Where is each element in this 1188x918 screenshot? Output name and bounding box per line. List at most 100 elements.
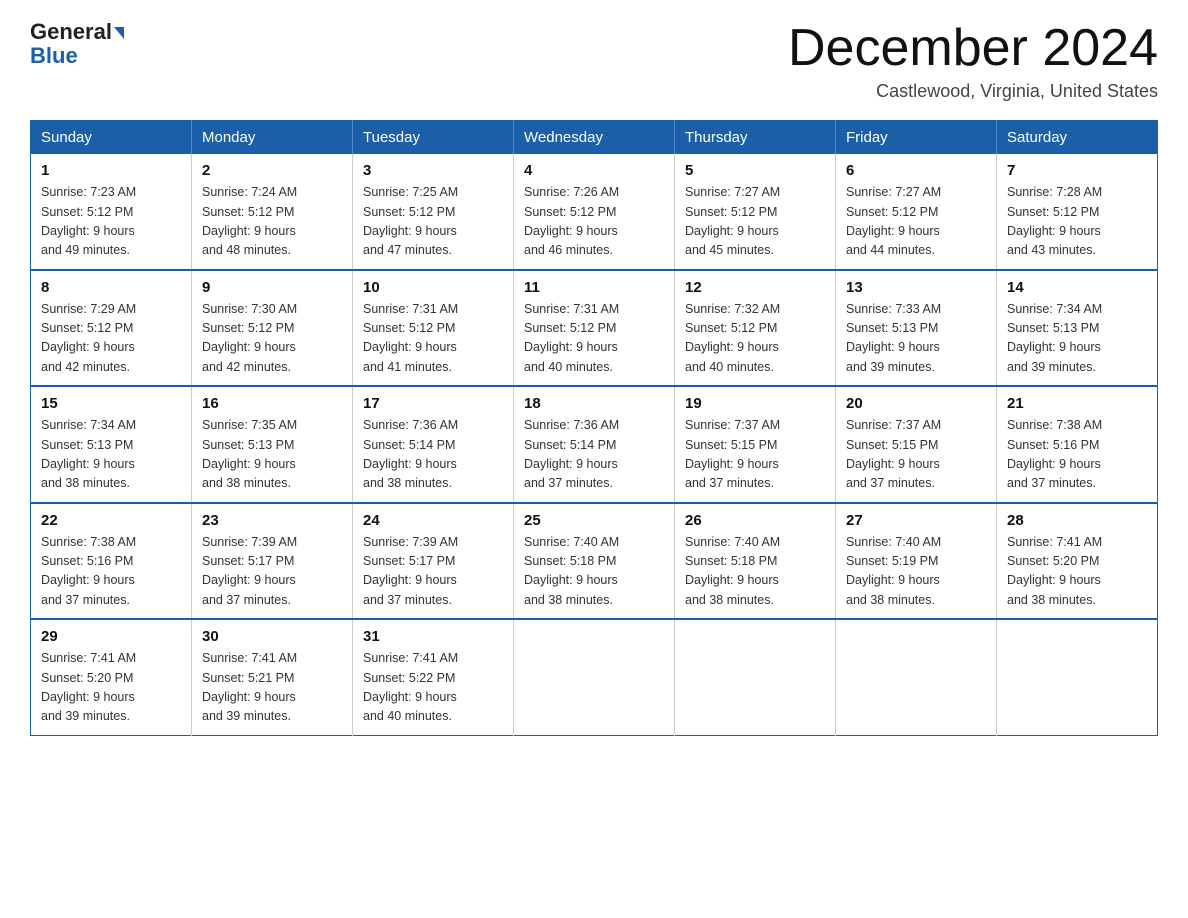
day-info: Sunrise: 7:41 AMSunset: 5:21 PMDaylight:… (202, 649, 342, 727)
month-title: December 2024 (788, 20, 1158, 77)
calendar-cell: 13 Sunrise: 7:33 AMSunset: 5:13 PMDaylig… (836, 270, 997, 387)
calendar-cell: 7 Sunrise: 7:28 AMSunset: 5:12 PMDayligh… (997, 154, 1158, 270)
calendar-header-saturday: Saturday (997, 121, 1158, 155)
calendar-header-friday: Friday (836, 121, 997, 155)
day-info: Sunrise: 7:26 AMSunset: 5:12 PMDaylight:… (524, 183, 664, 261)
day-number: 31 (363, 628, 503, 645)
day-number: 8 (41, 279, 181, 296)
day-number: 15 (41, 395, 181, 412)
day-number: 30 (202, 628, 342, 645)
day-number: 17 (363, 395, 503, 412)
calendar-cell: 28 Sunrise: 7:41 AMSunset: 5:20 PMDaylig… (997, 503, 1158, 620)
day-info: Sunrise: 7:23 AMSunset: 5:12 PMDaylight:… (41, 183, 181, 261)
page-header: General Blue December 2024 Castlewood, V… (30, 20, 1158, 102)
calendar-header-monday: Monday (192, 121, 353, 155)
day-info: Sunrise: 7:30 AMSunset: 5:12 PMDaylight:… (202, 300, 342, 378)
calendar-cell: 6 Sunrise: 7:27 AMSunset: 5:12 PMDayligh… (836, 154, 997, 270)
day-info: Sunrise: 7:36 AMSunset: 5:14 PMDaylight:… (524, 416, 664, 494)
day-number: 26 (685, 512, 825, 529)
day-info: Sunrise: 7:33 AMSunset: 5:13 PMDaylight:… (846, 300, 986, 378)
day-number: 18 (524, 395, 664, 412)
day-number: 1 (41, 162, 181, 179)
day-info: Sunrise: 7:41 AMSunset: 5:22 PMDaylight:… (363, 649, 503, 727)
day-info: Sunrise: 7:39 AMSunset: 5:17 PMDaylight:… (202, 533, 342, 611)
logo-general: General (30, 19, 112, 44)
calendar-week-row: 1 Sunrise: 7:23 AMSunset: 5:12 PMDayligh… (31, 154, 1158, 270)
day-info: Sunrise: 7:40 AMSunset: 5:18 PMDaylight:… (524, 533, 664, 611)
title-block: December 2024 Castlewood, Virginia, Unit… (788, 20, 1158, 102)
calendar-cell: 30 Sunrise: 7:41 AMSunset: 5:21 PMDaylig… (192, 619, 353, 735)
day-info: Sunrise: 7:40 AMSunset: 5:19 PMDaylight:… (846, 533, 986, 611)
day-info: Sunrise: 7:27 AMSunset: 5:12 PMDaylight:… (685, 183, 825, 261)
calendar-cell: 25 Sunrise: 7:40 AMSunset: 5:18 PMDaylig… (514, 503, 675, 620)
day-info: Sunrise: 7:35 AMSunset: 5:13 PMDaylight:… (202, 416, 342, 494)
calendar-cell: 27 Sunrise: 7:40 AMSunset: 5:19 PMDaylig… (836, 503, 997, 620)
day-number: 6 (846, 162, 986, 179)
calendar-cell: 29 Sunrise: 7:41 AMSunset: 5:20 PMDaylig… (31, 619, 192, 735)
calendar-header-row: SundayMondayTuesdayWednesdayThursdayFrid… (31, 121, 1158, 155)
calendar-cell: 3 Sunrise: 7:25 AMSunset: 5:12 PMDayligh… (353, 154, 514, 270)
day-number: 3 (363, 162, 503, 179)
logo-text: General Blue (30, 20, 124, 68)
calendar-week-row: 15 Sunrise: 7:34 AMSunset: 5:13 PMDaylig… (31, 386, 1158, 503)
day-info: Sunrise: 7:37 AMSunset: 5:15 PMDaylight:… (685, 416, 825, 494)
calendar-cell: 26 Sunrise: 7:40 AMSunset: 5:18 PMDaylig… (675, 503, 836, 620)
calendar-cell: 17 Sunrise: 7:36 AMSunset: 5:14 PMDaylig… (353, 386, 514, 503)
day-number: 2 (202, 162, 342, 179)
day-info: Sunrise: 7:39 AMSunset: 5:17 PMDaylight:… (363, 533, 503, 611)
calendar-week-row: 29 Sunrise: 7:41 AMSunset: 5:20 PMDaylig… (31, 619, 1158, 735)
calendar-header-sunday: Sunday (31, 121, 192, 155)
day-number: 27 (846, 512, 986, 529)
day-number: 20 (846, 395, 986, 412)
day-number: 14 (1007, 279, 1147, 296)
calendar-cell: 16 Sunrise: 7:35 AMSunset: 5:13 PMDaylig… (192, 386, 353, 503)
day-number: 11 (524, 279, 664, 296)
day-number: 7 (1007, 162, 1147, 179)
calendar-week-row: 8 Sunrise: 7:29 AMSunset: 5:12 PMDayligh… (31, 270, 1158, 387)
day-info: Sunrise: 7:31 AMSunset: 5:12 PMDaylight:… (363, 300, 503, 378)
calendar-cell: 10 Sunrise: 7:31 AMSunset: 5:12 PMDaylig… (353, 270, 514, 387)
calendar-cell: 21 Sunrise: 7:38 AMSunset: 5:16 PMDaylig… (997, 386, 1158, 503)
day-number: 21 (1007, 395, 1147, 412)
day-info: Sunrise: 7:31 AMSunset: 5:12 PMDaylight:… (524, 300, 664, 378)
calendar-cell (997, 619, 1158, 735)
logo: General Blue (30, 20, 124, 68)
calendar-cell: 1 Sunrise: 7:23 AMSunset: 5:12 PMDayligh… (31, 154, 192, 270)
day-number: 22 (41, 512, 181, 529)
day-number: 24 (363, 512, 503, 529)
calendar-cell: 5 Sunrise: 7:27 AMSunset: 5:12 PMDayligh… (675, 154, 836, 270)
day-number: 12 (685, 279, 825, 296)
calendar-cell (675, 619, 836, 735)
day-number: 23 (202, 512, 342, 529)
day-number: 29 (41, 628, 181, 645)
day-info: Sunrise: 7:34 AMSunset: 5:13 PMDaylight:… (1007, 300, 1147, 378)
day-info: Sunrise: 7:40 AMSunset: 5:18 PMDaylight:… (685, 533, 825, 611)
calendar-cell (836, 619, 997, 735)
calendar-table: SundayMondayTuesdayWednesdayThursdayFrid… (30, 120, 1158, 736)
day-number: 25 (524, 512, 664, 529)
day-info: Sunrise: 7:37 AMSunset: 5:15 PMDaylight:… (846, 416, 986, 494)
day-info: Sunrise: 7:25 AMSunset: 5:12 PMDaylight:… (363, 183, 503, 261)
calendar-cell: 23 Sunrise: 7:39 AMSunset: 5:17 PMDaylig… (192, 503, 353, 620)
day-number: 10 (363, 279, 503, 296)
calendar-cell: 2 Sunrise: 7:24 AMSunset: 5:12 PMDayligh… (192, 154, 353, 270)
calendar-header-tuesday: Tuesday (353, 121, 514, 155)
day-info: Sunrise: 7:41 AMSunset: 5:20 PMDaylight:… (1007, 533, 1147, 611)
calendar-cell: 20 Sunrise: 7:37 AMSunset: 5:15 PMDaylig… (836, 386, 997, 503)
calendar-cell: 12 Sunrise: 7:32 AMSunset: 5:12 PMDaylig… (675, 270, 836, 387)
day-info: Sunrise: 7:32 AMSunset: 5:12 PMDaylight:… (685, 300, 825, 378)
calendar-cell: 14 Sunrise: 7:34 AMSunset: 5:13 PMDaylig… (997, 270, 1158, 387)
day-info: Sunrise: 7:24 AMSunset: 5:12 PMDaylight:… (202, 183, 342, 261)
calendar-cell: 22 Sunrise: 7:38 AMSunset: 5:16 PMDaylig… (31, 503, 192, 620)
calendar-cell: 19 Sunrise: 7:37 AMSunset: 5:15 PMDaylig… (675, 386, 836, 503)
calendar-cell: 11 Sunrise: 7:31 AMSunset: 5:12 PMDaylig… (514, 270, 675, 387)
day-info: Sunrise: 7:29 AMSunset: 5:12 PMDaylight:… (41, 300, 181, 378)
calendar-cell: 4 Sunrise: 7:26 AMSunset: 5:12 PMDayligh… (514, 154, 675, 270)
day-number: 4 (524, 162, 664, 179)
day-info: Sunrise: 7:41 AMSunset: 5:20 PMDaylight:… (41, 649, 181, 727)
logo-blue: Blue (30, 43, 78, 68)
day-number: 13 (846, 279, 986, 296)
calendar-cell: 15 Sunrise: 7:34 AMSunset: 5:13 PMDaylig… (31, 386, 192, 503)
calendar-week-row: 22 Sunrise: 7:38 AMSunset: 5:16 PMDaylig… (31, 503, 1158, 620)
calendar-cell: 31 Sunrise: 7:41 AMSunset: 5:22 PMDaylig… (353, 619, 514, 735)
